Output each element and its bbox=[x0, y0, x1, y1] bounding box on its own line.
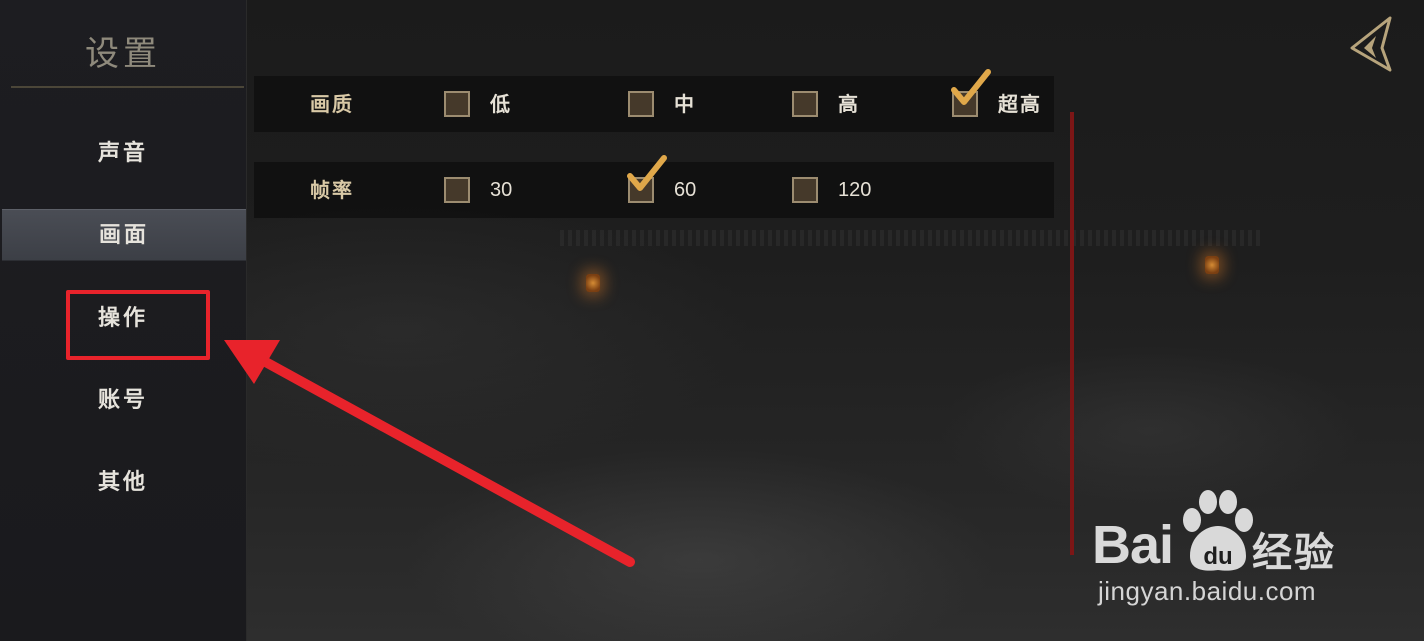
quality-option-low[interactable]: 低 bbox=[444, 76, 544, 132]
option-label: 高 bbox=[838, 92, 860, 116]
checkbox[interactable] bbox=[628, 91, 654, 117]
framerate-label: 帧率 bbox=[310, 178, 354, 202]
option-label: 30 bbox=[490, 179, 513, 201]
checkmark-icon bbox=[627, 155, 667, 191]
annotation-highlight-box bbox=[66, 290, 210, 360]
quality-label: 画质 bbox=[310, 92, 354, 116]
checkmark-icon bbox=[951, 69, 991, 105]
framerate-setting-row: 帧率 30 60 120 bbox=[254, 155, 1054, 218]
option-label: 60 bbox=[674, 179, 697, 201]
quality-option-ultra[interactable]: 超高 bbox=[951, 69, 1052, 132]
lantern-light bbox=[1205, 256, 1219, 274]
sidebar-item-account[interactable]: 账号 bbox=[0, 375, 246, 425]
option-label: 低 bbox=[490, 92, 512, 116]
quality-option-medium[interactable]: 中 bbox=[628, 76, 728, 132]
option-label: 超高 bbox=[998, 92, 1042, 116]
watermark-brand-cn: 经验 bbox=[1252, 530, 1336, 576]
quality-setting-row: 画质 低 中 高 超高 bbox=[254, 69, 1054, 132]
back-arrow-icon[interactable] bbox=[1346, 14, 1398, 74]
sidebar-item-sound[interactable]: 声音 bbox=[0, 128, 246, 178]
framerate-option-60[interactable]: 60 bbox=[627, 155, 728, 218]
option-label: 中 bbox=[674, 92, 696, 116]
sidebar-item-display[interactable]: 画面 bbox=[2, 209, 246, 261]
lantern-light bbox=[586, 274, 600, 292]
sidebar-item-other[interactable]: 其他 bbox=[0, 457, 246, 507]
checkbox[interactable] bbox=[792, 91, 818, 117]
option-label: 120 bbox=[838, 179, 872, 201]
checkbox[interactable] bbox=[444, 91, 470, 117]
checkbox[interactable] bbox=[444, 177, 470, 203]
settings-title: 设置 bbox=[85, 34, 161, 74]
framerate-option-120[interactable]: 120 bbox=[792, 162, 892, 218]
watermark-brand-du: du bbox=[1203, 543, 1232, 570]
scrollbar[interactable] bbox=[1070, 112, 1074, 555]
background-roofline bbox=[560, 230, 1260, 246]
quality-option-high[interactable]: 高 bbox=[792, 76, 892, 132]
watermark-brand-bai: Bai bbox=[1092, 515, 1174, 575]
checkbox[interactable] bbox=[792, 177, 818, 203]
baidu-paw-logo-icon: du bbox=[1183, 490, 1253, 571]
title-divider bbox=[11, 86, 244, 88]
watermark-url: jingyan.baidu.com bbox=[1098, 576, 1317, 606]
framerate-option-30[interactable]: 30 bbox=[444, 162, 544, 218]
baidu-watermark: Bai du 经验 jingyan.baidu.com bbox=[1092, 486, 1392, 616]
